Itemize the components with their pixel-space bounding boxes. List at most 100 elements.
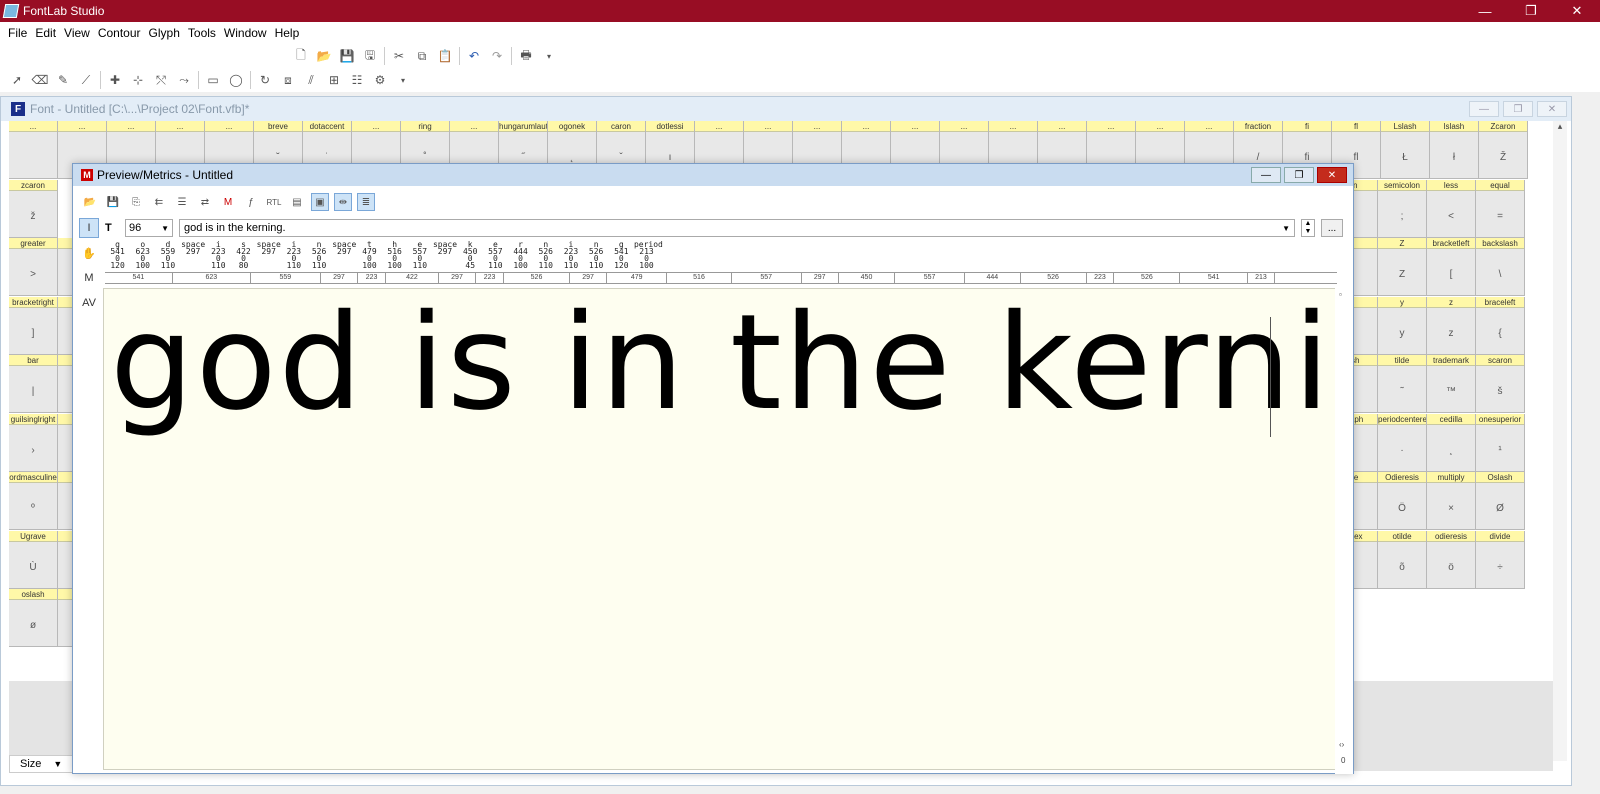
metrics-cell[interactable]: 80 — [231, 262, 256, 270]
metrics-cell[interactable] — [432, 262, 457, 269]
glyph-cell[interactable]: guilsinglright › — [9, 413, 58, 472]
metrics-cell[interactable] — [332, 262, 357, 269]
new-file-icon[interactable]: 🗋 — [292, 47, 310, 65]
metrics-cell[interactable]: 120 — [105, 262, 130, 270]
add-node-icon[interactable]: ⊹ — [129, 71, 147, 89]
metrics-cell[interactable]: 297 — [181, 248, 206, 256]
metrics-cell[interactable]: 120 — [609, 262, 634, 270]
glyph-cell[interactable]: Ugrave Ù — [9, 530, 58, 589]
save-icon[interactable]: 💾 — [338, 47, 356, 65]
metrics-cell[interactable]: 297 — [256, 248, 281, 256]
glyph-cell[interactable]: Oslash Ø — [1476, 472, 1525, 530]
preview-restore-icon[interactable]: ❐ — [1284, 167, 1314, 183]
export-icon[interactable]: ⎘ — [127, 193, 145, 211]
options-tool-icon[interactable]: ⚙ — [371, 71, 389, 89]
add-curve-icon[interactable]: ⤲ — [152, 71, 170, 89]
pen-tool-icon[interactable]: ✎ — [54, 71, 72, 89]
list-icon[interactable]: ☰ — [173, 193, 191, 211]
scroll-up-icon[interactable]: ▴ — [1553, 121, 1567, 132]
minimize-icon[interactable]: — — [1462, 0, 1508, 22]
show-guides-icon[interactable]: ≣ — [357, 193, 375, 211]
font-window-restore-icon[interactable]: ❐ — [1503, 101, 1533, 117]
preview-canvas[interactable]: god is in the kerning. — [103, 288, 1337, 770]
menu-contour[interactable]: Contour — [94, 26, 145, 40]
menu-file[interactable]: File — [4, 26, 31, 40]
hand-tool-icon[interactable]: ✋ — [79, 243, 99, 263]
metrics-cell[interactable]: 110 — [558, 262, 583, 270]
metrics-cell[interactable] — [181, 262, 206, 269]
metrics-cell[interactable]: 100 — [508, 262, 533, 270]
preview-more-button[interactable]: ... — [1321, 219, 1343, 237]
show-sidebearings-icon[interactable]: ⇹ — [334, 193, 352, 211]
menu-help[interactable]: Help — [271, 26, 304, 40]
menu-window[interactable]: Window — [220, 26, 271, 40]
save-metrics-icon[interactable]: 💾 — [104, 193, 122, 211]
canvas-corner-icon[interactable]: ▫ — [1339, 290, 1342, 299]
glyph-cell[interactable]: trademark ™ — [1427, 355, 1476, 413]
print-icon[interactable]: 🖶 — [517, 47, 535, 65]
undo-icon[interactable]: ↶ — [465, 47, 483, 65]
glyph-cell[interactable]: bracketleft [ — [1427, 238, 1476, 296]
auto-kern-icon[interactable]: ⇄ — [196, 193, 214, 211]
preview-size-select[interactable]: 96 ▼ — [125, 219, 173, 237]
tools-dropdown-icon[interactable]: ▾ — [394, 71, 412, 89]
close-icon[interactable]: ✕ — [1554, 0, 1600, 22]
glyph-cell[interactable]: scaron š — [1476, 355, 1525, 413]
font-window-scrollbar[interactable]: ▴ — [1553, 121, 1567, 761]
metrics-cell[interactable]: 110 — [483, 262, 508, 270]
glyph-cell[interactable]: otilde õ — [1378, 530, 1427, 589]
metrics-cell[interactable] — [256, 262, 281, 269]
open-folder-icon[interactable]: 📂 — [315, 47, 333, 65]
glyph-cell[interactable]: yy — [1378, 296, 1427, 355]
metrics-cell[interactable]: 110 — [281, 262, 306, 270]
redo-icon[interactable]: ↷ — [488, 47, 506, 65]
font-window-close-icon[interactable]: ✕ — [1537, 101, 1567, 117]
glyph-cell[interactable]: bar | — [9, 355, 58, 413]
chevron-down-icon[interactable]: ▼ — [161, 224, 172, 233]
rectangle-tool-icon[interactable]: ▭ — [204, 71, 222, 89]
glyph-cell[interactable]: onesuperior ¹ — [1476, 413, 1525, 472]
metrics-cell[interactable]: 110 — [155, 262, 180, 270]
preview-close-icon[interactable]: ✕ — [1317, 167, 1347, 183]
glyph-cell[interactable]: multiply × — [1427, 472, 1476, 530]
glyph-cell[interactable]: tilde ˜ — [1378, 355, 1427, 413]
cell-size-selector[interactable]: Size ▼ — [9, 755, 73, 773]
glyph-cell[interactable]: braceleft { — [1476, 296, 1525, 355]
metrics-cell[interactable]: 297 — [332, 248, 357, 256]
metrics-cell[interactable]: 100 — [634, 262, 659, 270]
glyph-cell[interactable]: zcaron ž — [9, 179, 58, 238]
rtl-button[interactable]: RTL — [265, 193, 283, 211]
glyph-cell[interactable]: greater > — [9, 238, 58, 296]
slant-tool-icon[interactable]: ⫽ — [302, 71, 320, 89]
metrics-cell[interactable]: 100 — [130, 262, 155, 270]
glyph-cell[interactable]: odieresis ö — [1427, 530, 1476, 589]
save-all-icon[interactable]: 🖫 — [361, 47, 379, 65]
menu-view[interactable]: View — [60, 26, 94, 40]
metrics-cell[interactable]: 297 — [432, 248, 457, 256]
glyph-cell[interactable]: backslash \ — [1476, 238, 1525, 296]
align-tool-icon[interactable]: ☷ — [348, 71, 366, 89]
glyph-cell[interactable]: oslash ø — [9, 589, 58, 647]
scale-tool-icon[interactable]: ⧈ — [279, 71, 297, 89]
eraser-tool-icon[interactable]: ⌫ — [31, 71, 49, 89]
metrics-cell[interactable]: 110 — [407, 262, 432, 270]
metrics-tool-icon[interactable]: M — [79, 268, 99, 288]
metrics-cell[interactable] — [256, 255, 281, 262]
glyph-cell[interactable]: ... — [9, 121, 58, 179]
canvas-collapse-icon[interactable]: ‹› — [1339, 740, 1344, 749]
metrics-cell[interactable] — [432, 255, 457, 262]
menu-glyph[interactable]: Glyph — [145, 26, 184, 40]
transform-tool-icon[interactable]: ⊞ — [325, 71, 343, 89]
glyph-cell[interactable]: divide ÷ — [1476, 530, 1525, 589]
metrics-cell[interactable]: 110 — [533, 262, 558, 270]
open-metrics-icon[interactable]: 📂 — [81, 193, 99, 211]
metrics-cell[interactable]: 100 — [357, 262, 382, 270]
glyph-cell[interactable]: Lslash Ł — [1381, 121, 1430, 179]
metrics-cell[interactable]: 110 — [307, 262, 332, 270]
cut-icon[interactable]: ✂ — [390, 47, 408, 65]
glyph-cell[interactable]: Zcaron Ž — [1479, 121, 1528, 179]
metrics-cell[interactable]: 100 — [382, 262, 407, 270]
pointer-tool-icon[interactable]: ➚ — [8, 71, 26, 89]
glyph-cell[interactable]: Odieresis Ö — [1378, 472, 1427, 530]
metrics-cell[interactable]: 45 — [458, 262, 483, 270]
